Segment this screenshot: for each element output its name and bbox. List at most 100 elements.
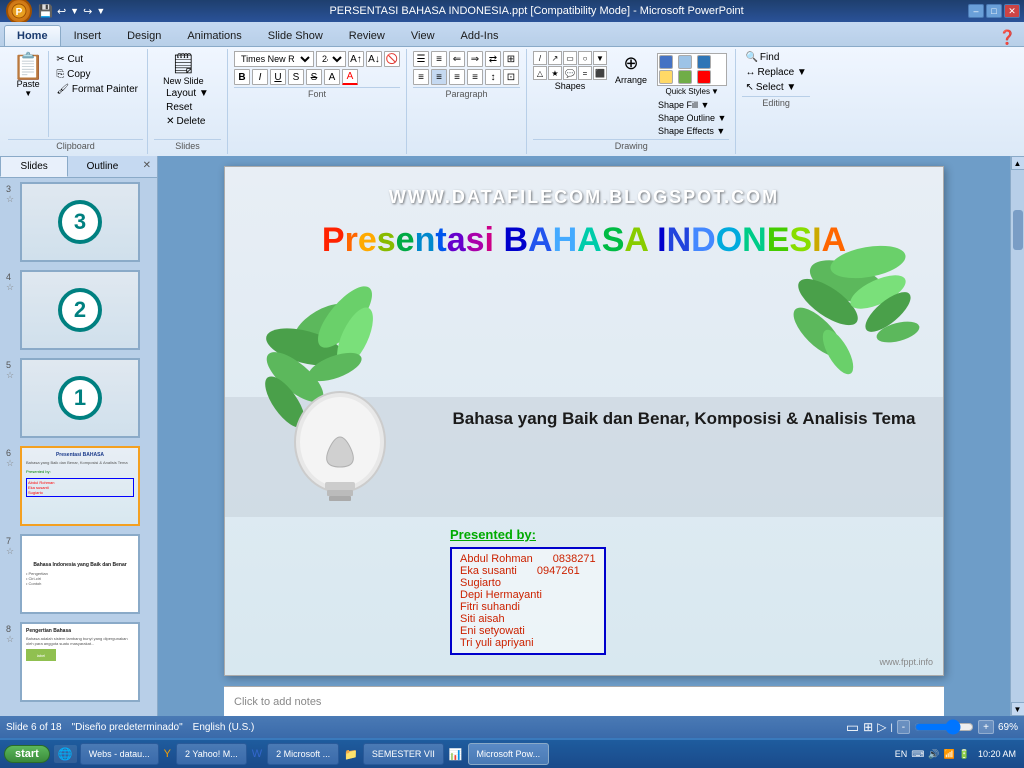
paste-button[interactable]: 📋 Paste ▼	[8, 51, 49, 137]
justify-button[interactable]: ≡	[467, 69, 483, 85]
ribbon-help[interactable]: ❓	[999, 29, 1016, 46]
delete-button[interactable]: ✕ Delete	[163, 115, 208, 128]
shape-rect[interactable]: ▭	[563, 51, 577, 65]
taskbar-item-4[interactable]: SEMESTER VII	[363, 743, 444, 765]
columns-button[interactable]: ⊞	[503, 51, 519, 67]
align-left-button[interactable]: ≡	[413, 69, 429, 85]
start-button[interactable]: start	[4, 745, 50, 763]
view-sort-btn[interactable]: ⊞	[863, 720, 873, 734]
qs-2[interactable]	[678, 55, 692, 69]
align-right-button[interactable]: ≡	[449, 69, 465, 85]
quick-styles-dropdown[interactable]: ▼	[711, 87, 719, 96]
italic-button[interactable]: I	[252, 69, 268, 85]
taskbar-item-3[interactable]: 2 Microsoft ...	[267, 743, 339, 765]
font-color-button[interactable]: A	[342, 69, 358, 85]
dec-indent-button[interactable]: ⇐	[449, 51, 465, 67]
vertical-scrollbar[interactable]: ▲ ▼	[1010, 156, 1024, 716]
scroll-up-arrow[interactable]: ▲	[1011, 156, 1024, 170]
shape-block[interactable]: ⬛	[593, 66, 607, 80]
view-normal-btn[interactable]: ▭	[846, 719, 859, 736]
font-size-select[interactable]: 24	[316, 51, 346, 67]
slides-tab[interactable]: Slides	[0, 156, 68, 177]
quick-save[interactable]: 💾	[38, 4, 53, 18]
underline-button[interactable]: U	[270, 69, 286, 85]
zoom-in-btn[interactable]: +	[978, 720, 994, 734]
shape-star[interactable]: ★	[548, 66, 562, 80]
shapes-label[interactable]: Shapes	[533, 81, 607, 91]
convert-smartart-button[interactable]: ⊡	[503, 69, 519, 85]
quick-undo-arrow[interactable]: ▼	[70, 6, 79, 16]
replace-button[interactable]: ↔ Replace ▼	[742, 66, 809, 79]
numbered-list-button[interactable]: ≡	[431, 51, 447, 67]
format-painter-button[interactable]: 🖌 Format Painter	[53, 83, 141, 96]
taskbar-icon-5[interactable]: 📊	[447, 748, 465, 761]
taskbar-item-2[interactable]: 2 Yahoo! M...	[176, 743, 247, 765]
layout-button[interactable]: Layout ▼	[163, 87, 212, 100]
slide-thumbnail-5[interactable]: 5 ☆ 1	[20, 358, 137, 438]
cut-button[interactable]: ✂ Cut	[53, 53, 141, 66]
main-slide[interactable]: WWW.DATAFILECOM.BLOGSPOT.COM Presentasi …	[224, 166, 944, 676]
taskbar-icon-1[interactable]: 🌐	[54, 745, 77, 763]
inc-indent-button[interactable]: ⇒	[467, 51, 483, 67]
minimize-button[interactable]: –	[968, 4, 984, 18]
font-name-select[interactable]: Times New Roman	[234, 51, 314, 67]
strikethrough-button[interactable]: S	[306, 69, 322, 85]
tab-insert[interactable]: Insert	[61, 25, 115, 46]
slide-thumbnail-3[interactable]: 3 ☆ 3	[20, 182, 137, 262]
slide-thumbnail-7[interactable]: 7 ☆ Bahasa Indonesia yang Baik dan Benar…	[20, 534, 137, 614]
tab-home[interactable]: Home	[4, 25, 61, 46]
shape-outline-button[interactable]: Shape Outline ▼	[655, 112, 729, 124]
qs-4[interactable]	[659, 70, 673, 84]
shadow-button[interactable]: S	[288, 69, 304, 85]
tab-view[interactable]: View	[398, 25, 448, 46]
find-button[interactable]: 🔍 Find	[742, 51, 809, 64]
quick-undo[interactable]: ↩	[57, 5, 66, 18]
outline-tab[interactable]: Outline	[68, 156, 136, 177]
tab-review[interactable]: Review	[336, 25, 398, 46]
copy-button[interactable]: ⎘ Copy	[53, 68, 141, 81]
notes-area[interactable]: Click to add notes	[224, 686, 944, 716]
new-slide-button[interactable]: 🗒 New Slide	[163, 51, 204, 86]
arrange-button[interactable]: ⊕ Arrange	[611, 51, 651, 87]
tab-addins[interactable]: Add-Ins	[448, 25, 512, 46]
tab-slideshow[interactable]: Slide Show	[255, 25, 336, 46]
scroll-thumb[interactable]	[1013, 210, 1023, 250]
close-button[interactable]: ✕	[1004, 4, 1020, 18]
bold-button[interactable]: B	[234, 69, 250, 85]
reset-button[interactable]: Reset	[163, 101, 195, 114]
slide-thumbnail-4[interactable]: 4 ☆ 2	[20, 270, 137, 350]
tab-animations[interactable]: Animations	[174, 25, 254, 46]
taskbar-item-5[interactable]: Microsoft Pow...	[468, 743, 550, 765]
line-spacing-button[interactable]: ↕	[485, 69, 501, 85]
align-center-button[interactable]: ≡	[431, 69, 447, 85]
clear-format-button[interactable]: 🚫	[384, 51, 400, 67]
quick-customize[interactable]: ▼	[96, 6, 105, 16]
qs-1[interactable]	[659, 55, 673, 69]
zoom-slider[interactable]	[914, 722, 974, 732]
shape-more[interactable]: ▼	[593, 51, 607, 65]
view-show-btn[interactable]: ▷	[877, 720, 886, 734]
zoom-out-btn[interactable]: -	[897, 720, 910, 734]
taskbar-item-1[interactable]: Webs - datau...	[80, 743, 159, 765]
qs-5[interactable]	[678, 70, 692, 84]
slide-thumbnail-6[interactable]: 6 ☆ Presentasi BAHASA Bahasa yang Baik d…	[20, 446, 137, 526]
direction-button[interactable]: ⇄	[485, 51, 501, 67]
taskbar-icon-3[interactable]: W	[250, 748, 264, 760]
slide-thumbnail-8[interactable]: 8 ☆ Pengertian Bahasa Bahasa adalah sist…	[20, 622, 137, 702]
paste-dropdown[interactable]: ▼	[24, 89, 32, 98]
font-decrease-button[interactable]: A↓	[366, 51, 382, 67]
select-button[interactable]: ↖ Select ▼	[742, 81, 809, 94]
shape-callout[interactable]: 💬	[563, 66, 577, 80]
shape-fill-button[interactable]: Shape Fill ▼	[655, 99, 729, 111]
qs-3[interactable]	[697, 55, 711, 69]
shape-oval[interactable]: ○	[578, 51, 592, 65]
shape-eq[interactable]: =	[578, 66, 592, 80]
quick-redo[interactable]: ↪	[83, 5, 92, 18]
shape-line[interactable]: /	[533, 51, 547, 65]
tab-design[interactable]: Design	[114, 25, 174, 46]
char-spacing-button[interactable]: A	[324, 69, 340, 85]
taskbar-icon-4[interactable]: 📁	[342, 748, 360, 761]
maximize-button[interactable]: □	[986, 4, 1002, 18]
shape-arrow[interactable]: ↗	[548, 51, 562, 65]
taskbar-icon-2[interactable]: Y	[162, 748, 173, 760]
